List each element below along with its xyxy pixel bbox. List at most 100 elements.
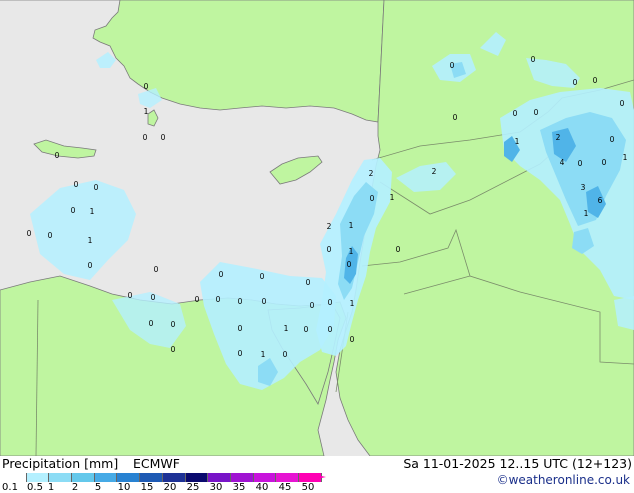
point-value-label: 0 xyxy=(216,295,221,304)
scale-tick-label: 10 xyxy=(117,482,131,493)
run-info: Sa 11-01-2025 12..15 UTC (12+123) xyxy=(403,456,632,471)
scale-swatch xyxy=(185,473,209,482)
scale-swatch xyxy=(72,473,95,482)
scale-swatch xyxy=(276,473,299,482)
point-value-label: 0 xyxy=(327,245,332,254)
scale-swatch xyxy=(94,473,118,482)
scale-tick-labels: 0.1 0.5 1 2 5 10 15 20 25 30 35 40 45 50 xyxy=(0,482,330,493)
point-value-label: 0 xyxy=(573,78,578,87)
point-value-label: 0 xyxy=(347,260,352,269)
credit-text: ©weatheronline.co.uk xyxy=(496,473,630,487)
point-value-label: 0 xyxy=(94,183,99,192)
forecast-frame: 0000002100012001240136010000100001000000… xyxy=(0,0,634,493)
point-value-label: 0 xyxy=(350,335,355,344)
point-value-label: 0 xyxy=(238,297,243,306)
point-value-label: 2 xyxy=(432,167,437,176)
legend-panel: Precipitation [mm] ECMWF Sa 11-01-2025 1… xyxy=(0,456,634,493)
point-value-label: 1 xyxy=(623,153,628,162)
point-value-label: 0 xyxy=(171,320,176,329)
scale-tick-label: 0.1 xyxy=(2,482,18,493)
point-value-label: 0 xyxy=(55,151,60,160)
scale-tick-label: 30 xyxy=(209,482,223,493)
point-value-label: 0 xyxy=(171,345,176,354)
scale-tick-label: 5 xyxy=(94,482,102,493)
scale-tick-label: 1 xyxy=(47,482,55,493)
point-value-label: 0 xyxy=(27,229,32,238)
point-value-label: 1 xyxy=(349,221,354,230)
point-value-label: 0 xyxy=(128,291,133,300)
scale-tick-label: 50 xyxy=(301,482,315,493)
point-value-label: 0 xyxy=(149,319,154,328)
point-value-label: 4 xyxy=(560,158,565,167)
scale-tick-label: 35 xyxy=(232,482,246,493)
point-value-label: 0 xyxy=(219,270,224,279)
point-value-label: 0 xyxy=(283,350,288,359)
scale-tick-label: 25 xyxy=(186,482,200,493)
point-value-label: 0 xyxy=(534,108,539,117)
point-value-label: 1 xyxy=(144,107,149,116)
scale-swatch xyxy=(49,473,73,482)
scale-tick-label: 0.5 xyxy=(27,482,43,493)
point-value-label: 3 xyxy=(581,183,586,192)
point-value-label: 0 xyxy=(48,231,53,240)
scale-swatch xyxy=(162,473,186,482)
scale-swatch xyxy=(253,473,277,482)
point-value-label: 0 xyxy=(304,325,309,334)
point-value-label: 1 xyxy=(88,236,93,245)
scale-tick-label: 45 xyxy=(278,482,292,493)
point-value-label: 1 xyxy=(261,350,266,359)
point-value-label: 0 xyxy=(328,298,333,307)
point-value-label: 0 xyxy=(370,194,375,203)
point-value-label: 0 xyxy=(151,293,156,302)
scale-tick-label: 15 xyxy=(140,482,154,493)
point-value-label: 0 xyxy=(602,158,607,167)
legend-title: Precipitation [mm] xyxy=(2,456,119,471)
point-value-label: 0 xyxy=(238,349,243,358)
point-value-label: 1 xyxy=(515,137,520,146)
point-value-label: 0 xyxy=(238,324,243,333)
point-value-label: 6 xyxy=(598,196,603,205)
point-value-label: 1 xyxy=(390,193,395,202)
scale-tick-label: 20 xyxy=(163,482,177,493)
point-value-label: 0 xyxy=(578,159,583,168)
scale-swatch xyxy=(140,473,163,482)
point-value-label: 0 xyxy=(144,82,149,91)
point-value-label: 0 xyxy=(328,325,333,334)
point-value-label: 1 xyxy=(584,209,589,218)
point-value-label: 0 xyxy=(161,133,166,142)
scale-swatch xyxy=(26,473,50,482)
point-value-label: 0 xyxy=(453,113,458,122)
point-value-label: 2 xyxy=(556,133,561,142)
point-value-label: 1 xyxy=(349,247,354,256)
point-value-label: 0 xyxy=(310,301,315,310)
point-value-label: 0 xyxy=(262,297,267,306)
scale-arrow-icon xyxy=(308,473,326,481)
point-value-label: 0 xyxy=(306,278,311,287)
point-value-label: 0 xyxy=(593,76,598,85)
point-value-label: 0 xyxy=(74,180,79,189)
point-value-label: 0 xyxy=(450,61,455,70)
point-value-label: 0 xyxy=(71,206,76,215)
point-value-label: 1 xyxy=(284,324,289,333)
point-value-label: 1 xyxy=(350,299,355,308)
precipitation-map: 0 0 0 0 0 0 2 1 0 0 0 1 2 0 0 1 2 4 0 1 3 6 0 1 0 0 0 0 1 0 0 0 0 1 0 0 0 0 0 0… xyxy=(0,0,634,456)
scale-swatch xyxy=(230,473,254,482)
point-value-label: 0 xyxy=(513,109,518,118)
color-scale xyxy=(4,473,322,482)
point-value-label: 0 xyxy=(610,135,615,144)
point-value-label: 0 xyxy=(396,245,401,254)
point-value-label: 1 xyxy=(90,207,95,216)
scale-tick-label: 2 xyxy=(71,482,79,493)
scale-swatch xyxy=(4,473,27,482)
point-value-label: 0 xyxy=(88,261,93,270)
point-value-label: 0 xyxy=(195,295,200,304)
point-value-label: 0 xyxy=(531,55,536,64)
point-value-label: 0 xyxy=(260,272,265,281)
point-value-label: 2 xyxy=(369,169,374,178)
point-value-label: 0 xyxy=(143,133,148,142)
point-value-label: 0 xyxy=(620,99,625,108)
scale-swatch xyxy=(208,473,231,482)
point-value-label: 0 xyxy=(154,265,159,274)
model-name: ECMWF xyxy=(133,456,180,471)
point-value-label: 2 xyxy=(327,222,332,231)
